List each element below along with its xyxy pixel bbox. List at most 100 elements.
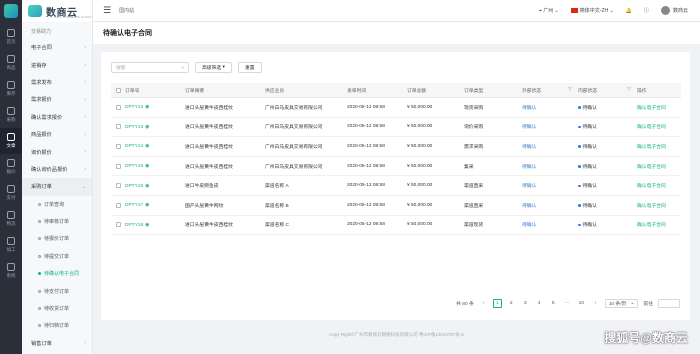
search-input[interactable]: 搜索 ⌕ — [111, 62, 189, 73]
rail-item-stack[interactable]: 库存 — [0, 76, 22, 102]
search-icon[interactable]: ⌕ — [181, 65, 184, 71]
user-name: 数商云 — [672, 7, 688, 14]
confirm-contract-link[interactable]: 确认电子合同 — [637, 163, 681, 170]
eye-icon[interactable]: ◉ — [145, 124, 149, 130]
submenu-item[interactable]: 待报价订单 — [22, 230, 92, 247]
external-status-link[interactable]: 待确认 — [522, 104, 536, 111]
row-checkbox[interactable] — [115, 143, 121, 149]
internal-status-label: 待确认 — [582, 203, 597, 209]
order-no-link[interactable]: DPTY15 — [125, 164, 143, 169]
external-status-cell: 待确认 — [522, 163, 578, 170]
page-button[interactable]: 2 — [507, 299, 516, 308]
confirm-contract-link[interactable]: 确认电子合同 — [637, 123, 681, 130]
external-status-link[interactable]: 待确认 — [522, 202, 536, 209]
page-button[interactable]: ··· — [563, 299, 572, 308]
rail-item-home[interactable]: 首页 — [0, 24, 22, 50]
menu-item[interactable]: 需求报价 › — [22, 91, 92, 108]
menu-item[interactable]: 电子合同 › — [22, 39, 92, 56]
external-status-link[interactable]: 待确认 — [522, 182, 536, 189]
location-selector[interactable]: ⌖ 广州 ⌄ — [539, 7, 559, 14]
order-no-link[interactable]: DPTY12 — [125, 105, 143, 110]
submenu-item[interactable]: 订单查询 — [22, 196, 92, 213]
confirm-contract-link[interactable]: 确认电子合同 — [637, 182, 681, 189]
internal-status: 待确认 — [578, 123, 597, 130]
rail-item-truck[interactable]: 物流 — [0, 206, 22, 232]
eye-icon[interactable]: ◉ — [145, 104, 149, 110]
menu-item[interactable]: 需求发布 › — [22, 74, 92, 91]
row-checkbox[interactable] — [115, 202, 121, 208]
quote-icon — [7, 159, 15, 167]
filter-icon[interactable]: ▽ — [568, 87, 572, 94]
prev-page-button[interactable]: ‹ — [479, 299, 488, 308]
submenu-item[interactable]: 待审核订单 — [22, 213, 92, 230]
advanced-filter-button[interactable]: 高级筛选 ▾ — [195, 62, 232, 73]
menu-item[interactable]: 商品报价 › — [22, 126, 92, 143]
external-status-link[interactable]: 待确认 — [522, 163, 536, 170]
order-type: 询价采购 — [464, 125, 484, 131]
menu-group-purchase-orders[interactable]: 采购订单 ⌄ — [22, 178, 92, 196]
eye-icon[interactable]: ◉ — [145, 183, 149, 189]
rail-item-box[interactable]: 商品 — [0, 50, 22, 76]
order-no-link[interactable]: DPTY17 — [125, 203, 143, 208]
rail-item-cart[interactable]: 采购 — [0, 102, 22, 128]
submenu-item[interactable]: 待确认电子合同 — [22, 265, 92, 282]
notification-bell-icon[interactable]: 🔔 — [626, 8, 632, 14]
page-size-select[interactable]: 10 条/页 ⌄ — [604, 299, 639, 308]
row-checkbox[interactable] — [115, 222, 121, 228]
row-checkbox[interactable] — [115, 163, 121, 169]
confirm-contract-link[interactable]: 确认电子合同 — [637, 143, 681, 150]
bullet-icon — [38, 254, 41, 258]
rail-item-tool[interactable]: 加工 — [0, 232, 22, 258]
language-selector[interactable]: 简体中文-ZH ⌄ — [570, 7, 614, 14]
page-button[interactable]: 4 — [535, 299, 544, 308]
row-checkbox[interactable] — [115, 183, 121, 189]
submenu-item[interactable]: 待提交订单 — [22, 248, 92, 265]
rail-item-quote[interactable]: 报价 — [0, 154, 22, 180]
page-button[interactable]: 5 — [549, 299, 558, 308]
eye-icon[interactable]: ◉ — [145, 143, 149, 149]
order-no-link[interactable]: DPTY16 — [125, 184, 143, 189]
help-icon[interactable]: ⓘ — [644, 7, 649, 14]
menu-item[interactable]: 确认需求报价 › — [22, 109, 92, 126]
rail-item-wallet[interactable]: 支付 — [0, 180, 22, 206]
eye-icon[interactable]: ◉ — [145, 202, 149, 208]
reset-button[interactable]: 重置 — [237, 62, 262, 73]
submenu-item[interactable]: 待收货订单 — [22, 300, 92, 317]
menu-item[interactable]: 进销存 › — [22, 56, 92, 73]
external-status-link[interactable]: 待确认 — [522, 221, 536, 228]
rail-item-gear[interactable]: 系统 — [0, 258, 22, 284]
confirm-contract-link[interactable]: 确认电子合同 — [637, 104, 681, 111]
next-page-button[interactable]: › — [591, 299, 600, 308]
menu-item[interactable]: 确认询价品报价 › — [22, 161, 92, 178]
eye-icon[interactable]: ◉ — [145, 222, 149, 228]
order-no-link[interactable]: DPTY18 — [125, 223, 143, 228]
select-all-checkbox[interactable] — [115, 87, 121, 93]
menu-item-sales-orders[interactable]: 销售订单 › — [22, 335, 92, 352]
submenu-item[interactable]: 待归档订单 — [22, 317, 92, 334]
page-button[interactable]: 3 — [521, 299, 530, 308]
order-no-link[interactable]: DPTY14 — [125, 144, 143, 149]
internal-status-label: 待确认 — [582, 144, 597, 150]
confirm-contract-link[interactable]: 确认电子合同 — [637, 202, 681, 209]
confirm-contract-link[interactable]: 确认电子合同 — [637, 221, 681, 228]
external-status-link[interactable]: 待确认 — [522, 143, 536, 150]
page-button[interactable]: 1 — [492, 299, 502, 308]
breadcrumb[interactable]: 国内站 — [119, 7, 134, 14]
row-checkbox[interactable] — [115, 124, 121, 130]
order-amount: ¥ 50,000.00 — [407, 222, 433, 228]
menu-toggle-icon[interactable]: ☰ — [103, 5, 111, 16]
submenu-item[interactable]: 待支付订单 — [22, 282, 92, 299]
user-menu[interactable]: 数商云 — [660, 6, 688, 15]
header-order-no: 订单号 — [125, 88, 140, 94]
order-no-link[interactable]: DPTY13 — [125, 125, 143, 130]
row-checkbox[interactable] — [115, 104, 121, 110]
avatar — [660, 6, 670, 15]
page-button[interactable]: 10 — [577, 299, 586, 308]
rail-item-document[interactable]: 文章 — [0, 128, 22, 154]
eye-icon[interactable]: ◉ — [145, 163, 149, 169]
external-status-link[interactable]: 待确认 — [522, 123, 536, 130]
menu-item[interactable]: 询价报价 › — [22, 143, 92, 160]
supplier: 广州白马皮具交易有限公司 — [265, 164, 323, 170]
filter-icon[interactable]: ▽ — [627, 87, 631, 94]
goto-page-input[interactable] — [658, 299, 680, 308]
